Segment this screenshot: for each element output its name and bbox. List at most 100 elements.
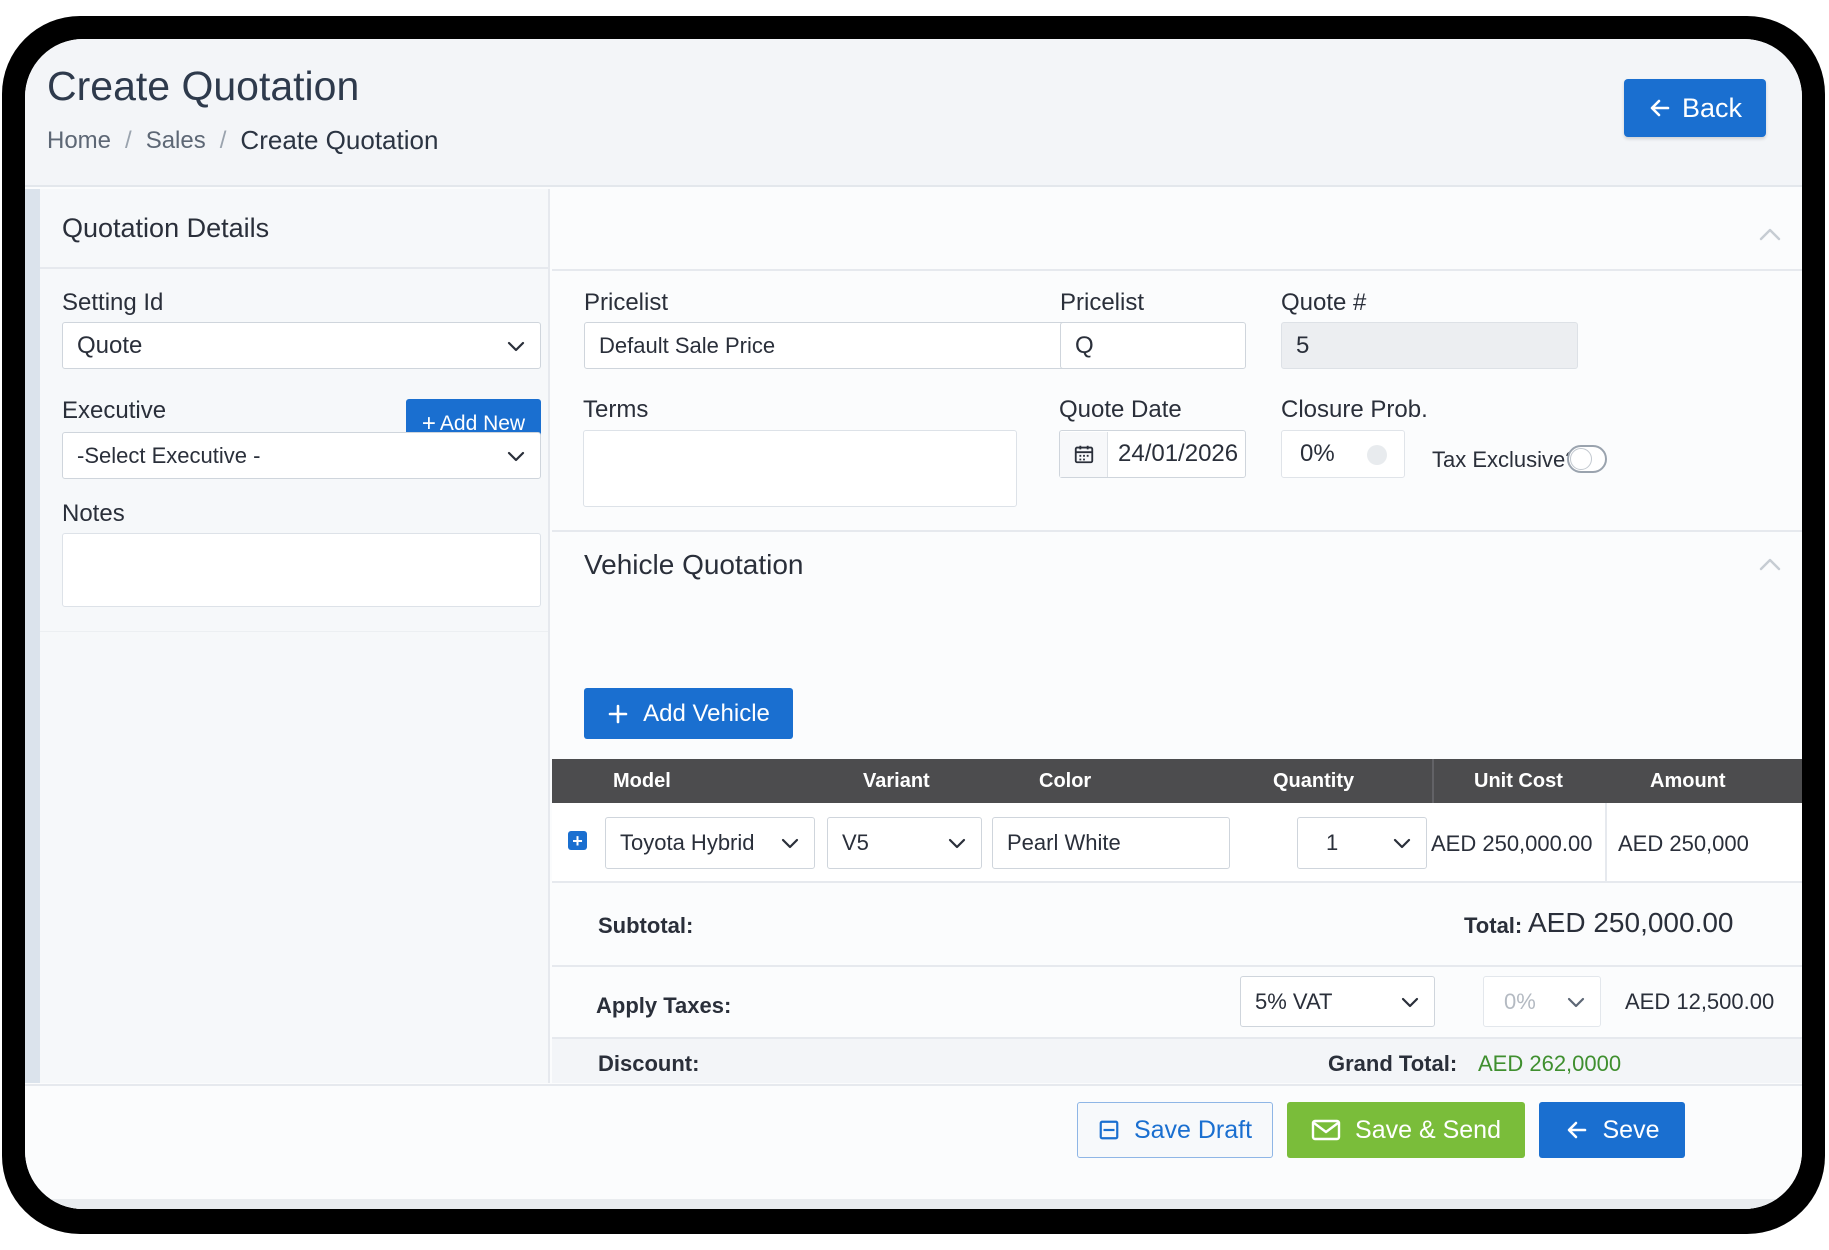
quote-number-value: 5 — [1296, 331, 1310, 359]
breadcrumb: Home / Sales / Create Quotation — [47, 125, 438, 156]
pricelist-code-value: Q — [1075, 331, 1094, 359]
quantity-value: 1 — [1326, 830, 1339, 855]
save-and-send-label: Save & Send — [1355, 1115, 1501, 1144]
total-label: Total: — [1464, 913, 1523, 938]
arrow-left-icon — [1650, 99, 1670, 117]
breadcrumb-sales[interactable]: Sales — [146, 127, 206, 155]
grand-total-row: Discount: Grand Total: AED 262,0000 — [552, 1039, 1802, 1083]
tax-exclusive-label: Tax Exclusive? — [1432, 447, 1578, 472]
table-row: + Toyota Hybrid V5 Pearl White 1 AED 250… — [552, 803, 1802, 883]
subtotal-row: Subtotal: Total: AED 250,000.00 — [552, 885, 1802, 965]
amount-divider — [1605, 803, 1607, 883]
save-and-send-button[interactable]: Save & Send — [1287, 1102, 1525, 1158]
total-value: AED 250,000.00 — [1528, 907, 1734, 938]
amount-value: AED 250,000 — [1618, 831, 1749, 856]
pricelist-code-input[interactable]: Q — [1060, 322, 1246, 369]
add-vehicle-label: Add Vehicle — [643, 699, 770, 727]
unit-cost-value: AED 250,000.00 — [1431, 831, 1593, 856]
calendar-icon — [1074, 445, 1093, 464]
setting-id-select[interactable]: Quote — [62, 322, 541, 369]
toggle-knob — [1570, 448, 1592, 470]
vehicle-table-header: Model Variant Color Quantity Unit Cost A… — [552, 759, 1802, 803]
notes-label: Notes — [62, 500, 125, 527]
quote-date-value: 24/01/2026 — [1118, 440, 1239, 467]
calendar-button[interactable] — [1060, 431, 1108, 477]
add-vehicle-button[interactable]: Add Vehicle — [584, 688, 793, 739]
column-quantity: Quantity — [1273, 770, 1355, 792]
executive-label: Executive — [62, 397, 167, 424]
breadcrumb-current: Create Quotation — [240, 125, 439, 155]
grand-total-label: Grand Total: — [1328, 1051, 1458, 1076]
expand-row-icon[interactable]: + — [568, 831, 587, 850]
notes-field[interactable] — [62, 533, 541, 607]
closure-prob-slider[interactable]: 0% — [1281, 430, 1405, 478]
vehicle-quotation-title: Vehicle Quotation — [584, 549, 804, 580]
quantity-select[interactable]: 1 — [1297, 817, 1427, 869]
app-screen: Create Quotation Home / Sales / Create Q… — [25, 39, 1802, 1209]
executive-select[interactable]: -Select Executive - — [62, 432, 541, 479]
save-draft-button[interactable]: Save Draft — [1077, 1102, 1273, 1158]
quote-date-input[interactable]: 24/01/2026 — [1059, 430, 1246, 478]
device-frame: Create Quotation Home / Sales / Create Q… — [2, 16, 1825, 1234]
setting-id-label: Setting Id — [62, 289, 164, 316]
variant-value: V5 — [842, 830, 869, 855]
action-footer: Save Draft Save & Send Seve — [25, 1084, 1802, 1209]
seve-button[interactable]: Seve — [1539, 1102, 1685, 1158]
discount-label: Discount: — [598, 1051, 700, 1076]
chevron-down-icon — [948, 838, 966, 849]
color-input[interactable]: Pearl White — [992, 817, 1230, 869]
closure-prob-handle[interactable] — [1367, 445, 1387, 465]
tax-percent-select[interactable]: 0% — [1483, 976, 1601, 1027]
column-amount: Amount — [1650, 770, 1726, 792]
page-title: Create Quotation — [47, 63, 360, 109]
setting-id-value: Quote — [77, 331, 143, 359]
pricelist-code-label: Pricelist — [1060, 289, 1145, 316]
quotation-details-title: Quotation Details — [62, 213, 270, 243]
tax-amount-value: AED 12,500.00 — [1625, 989, 1775, 1014]
column-variant: Variant — [863, 770, 930, 792]
tax-exclusive-toggle[interactable] — [1567, 445, 1607, 473]
subtotal-label: Subtotal: — [598, 913, 694, 938]
apply-taxes-label: Apply Taxes: — [596, 993, 732, 1018]
pricelist-label: Pricelist — [584, 289, 669, 316]
details-header-divider — [552, 269, 1802, 271]
chevron-down-icon — [507, 341, 525, 351]
closure-prob-label: Closure Prob. — [1281, 396, 1428, 423]
quote-date-label: Quote Date — [1059, 396, 1182, 423]
executive-value: -Select Executive - — [77, 442, 261, 468]
collapse-vehicle-icon[interactable] — [1758, 557, 1782, 571]
model-value: Toyota Hybrid — [620, 830, 755, 855]
quote-number-label: Quote # — [1281, 289, 1367, 316]
chevron-down-icon — [781, 838, 799, 849]
apply-taxes-row: Apply Taxes: 5% VAT 0% AED 12,500.00 — [552, 967, 1802, 1037]
color-value: Pearl White — [1007, 830, 1121, 855]
model-select[interactable]: Toyota Hybrid — [605, 817, 815, 869]
breadcrumb-separator: / — [125, 126, 132, 154]
column-color: Color — [1039, 770, 1092, 792]
quote-number-input: 5 — [1281, 322, 1578, 369]
main-panel: Pricelist Default Sale Price Pricelist Q… — [552, 189, 1802, 1083]
collapse-details-icon[interactable] — [1758, 227, 1782, 241]
left-accent-bar — [25, 189, 40, 1083]
save-icon — [1099, 1120, 1119, 1140]
pricelist-value: Default Sale Price — [599, 332, 776, 358]
terms-label: Terms — [583, 396, 649, 423]
plus-icon — [608, 704, 628, 723]
pricelist-select[interactable]: Default Sale Price — [584, 322, 1092, 369]
chevron-down-icon — [1567, 997, 1585, 1007]
back-button[interactable]: Back — [1624, 79, 1766, 137]
chevron-down-icon — [1393, 838, 1411, 849]
closure-prob-value: 0% — [1300, 440, 1335, 467]
variant-select[interactable]: V5 — [827, 817, 982, 869]
save-draft-label: Save Draft — [1133, 1115, 1253, 1144]
back-button-label: Back — [1681, 92, 1743, 123]
envelope-icon — [1311, 1119, 1341, 1141]
quotation-details-header: Quotation Details — [40, 189, 548, 269]
chevron-down-icon — [1401, 997, 1419, 1007]
breadcrumb-home[interactable]: Home — [47, 127, 111, 155]
terms-field[interactable] — [583, 430, 1017, 507]
breadcrumb-separator: / — [219, 126, 227, 154]
tax-percent-value: 0% — [1504, 988, 1536, 1014]
tax-select[interactable]: 5% VAT — [1240, 976, 1435, 1027]
left-divider — [40, 631, 548, 632]
